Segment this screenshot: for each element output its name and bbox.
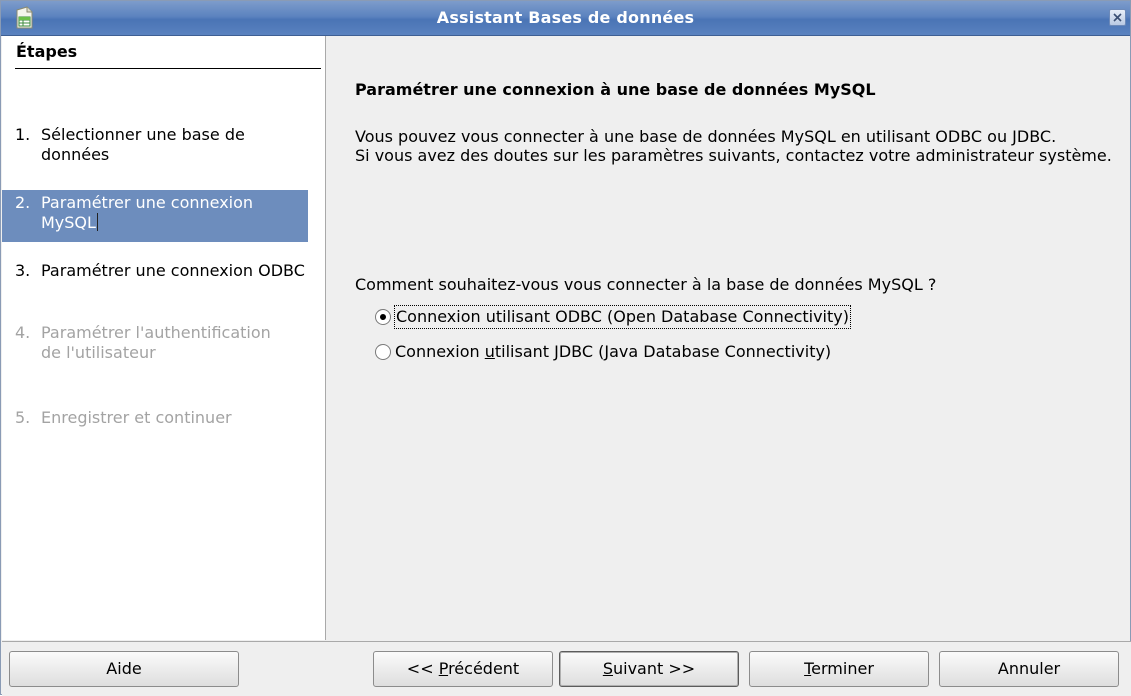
finish-button-rest: erminer	[811, 659, 874, 678]
step-label-text: Paramétrer une connexion MySQL	[41, 193, 254, 232]
radio-button-jdbc[interactable]	[375, 344, 391, 360]
back-button-accel: P	[438, 659, 449, 678]
step-label: Enregistrer et continuer	[41, 408, 232, 427]
help-button[interactable]: Aide	[9, 651, 239, 687]
connection-question: Comment souhaitez-vous vous connecter à …	[355, 275, 937, 294]
steps-divider	[15, 68, 321, 69]
radio-label-jdbc-accel: u	[484, 342, 495, 361]
text-caret	[96, 213, 98, 231]
radio-option-odbc[interactable]: Connexion utilisant ODBC (Open Database …	[375, 305, 851, 329]
step-number: 1.	[15, 125, 31, 144]
page-title: Paramétrer une connexion à une base de d…	[355, 80, 876, 99]
radio-button-odbc[interactable]	[375, 309, 391, 325]
step-label: Sélectionner une base de données	[41, 125, 245, 164]
steps-heading: Étapes	[16, 42, 78, 61]
next-button-accel: S	[602, 659, 613, 678]
step-odbc-connection[interactable]: 3. Paramétrer une connexion ODBC	[15, 261, 310, 281]
radio-option-jdbc[interactable]: Connexion utilisant JDBC (Java Database …	[375, 341, 831, 363]
step-number: 2.	[15, 193, 31, 212]
cancel-button[interactable]: Annuler	[939, 651, 1119, 687]
close-icon	[1113, 13, 1122, 22]
radio-label-jdbc[interactable]: Connexion utilisant JDBC (Java Database …	[395, 341, 831, 363]
intro-line-1: Vous pouvez vous connecter à une base de…	[355, 127, 1057, 146]
step-number: 5.	[15, 408, 31, 427]
next-button-rest: uivant >>	[612, 659, 696, 678]
step-user-authentication: 4. Paramétrer l'authentification de l'ut…	[15, 323, 275, 363]
step-save-and-continue: 5. Enregistrer et continuer	[15, 408, 315, 428]
title-bar: Assistant Bases de données	[1, 1, 1130, 36]
step-label: Paramétrer une connexion MySQL	[2, 193, 308, 233]
close-button[interactable]	[1109, 9, 1126, 26]
back-button-rest: récédent	[448, 659, 520, 678]
step-label: Paramétrer une connexion ODBC	[41, 261, 305, 280]
step-mysql-connection[interactable]: 2. Paramétrer une connexion MySQL	[2, 190, 308, 242]
next-button[interactable]: Suivant >>	[559, 651, 739, 687]
wizard-window: Assistant Bases de données Étapes 1. Sél…	[0, 0, 1131, 696]
window-title: Assistant Bases de données	[436, 8, 695, 27]
intro-text: Vous pouvez vous connecter à une base de…	[355, 127, 1125, 165]
radio-label-odbc[interactable]: Connexion utilisant ODBC (Open Database …	[394, 305, 851, 329]
step-number: 3.	[15, 261, 31, 280]
radio-label-jdbc-post: tilisant JDBC (Java Database Connectivit…	[494, 342, 832, 361]
radio-label-jdbc-pre: Connexion	[395, 342, 485, 361]
intro-line-2: Si vous avez des doutes sur les paramètr…	[355, 146, 1112, 165]
step-number: 4.	[15, 323, 31, 342]
finish-button[interactable]: Terminer	[749, 651, 929, 687]
step-select-database[interactable]: 1. Sélectionner une base de données	[15, 125, 310, 165]
back-button-prefix: <<	[406, 659, 439, 678]
back-button[interactable]: << Précédent	[373, 651, 553, 687]
step-label: Paramétrer l'authentification de l'utili…	[41, 323, 271, 362]
